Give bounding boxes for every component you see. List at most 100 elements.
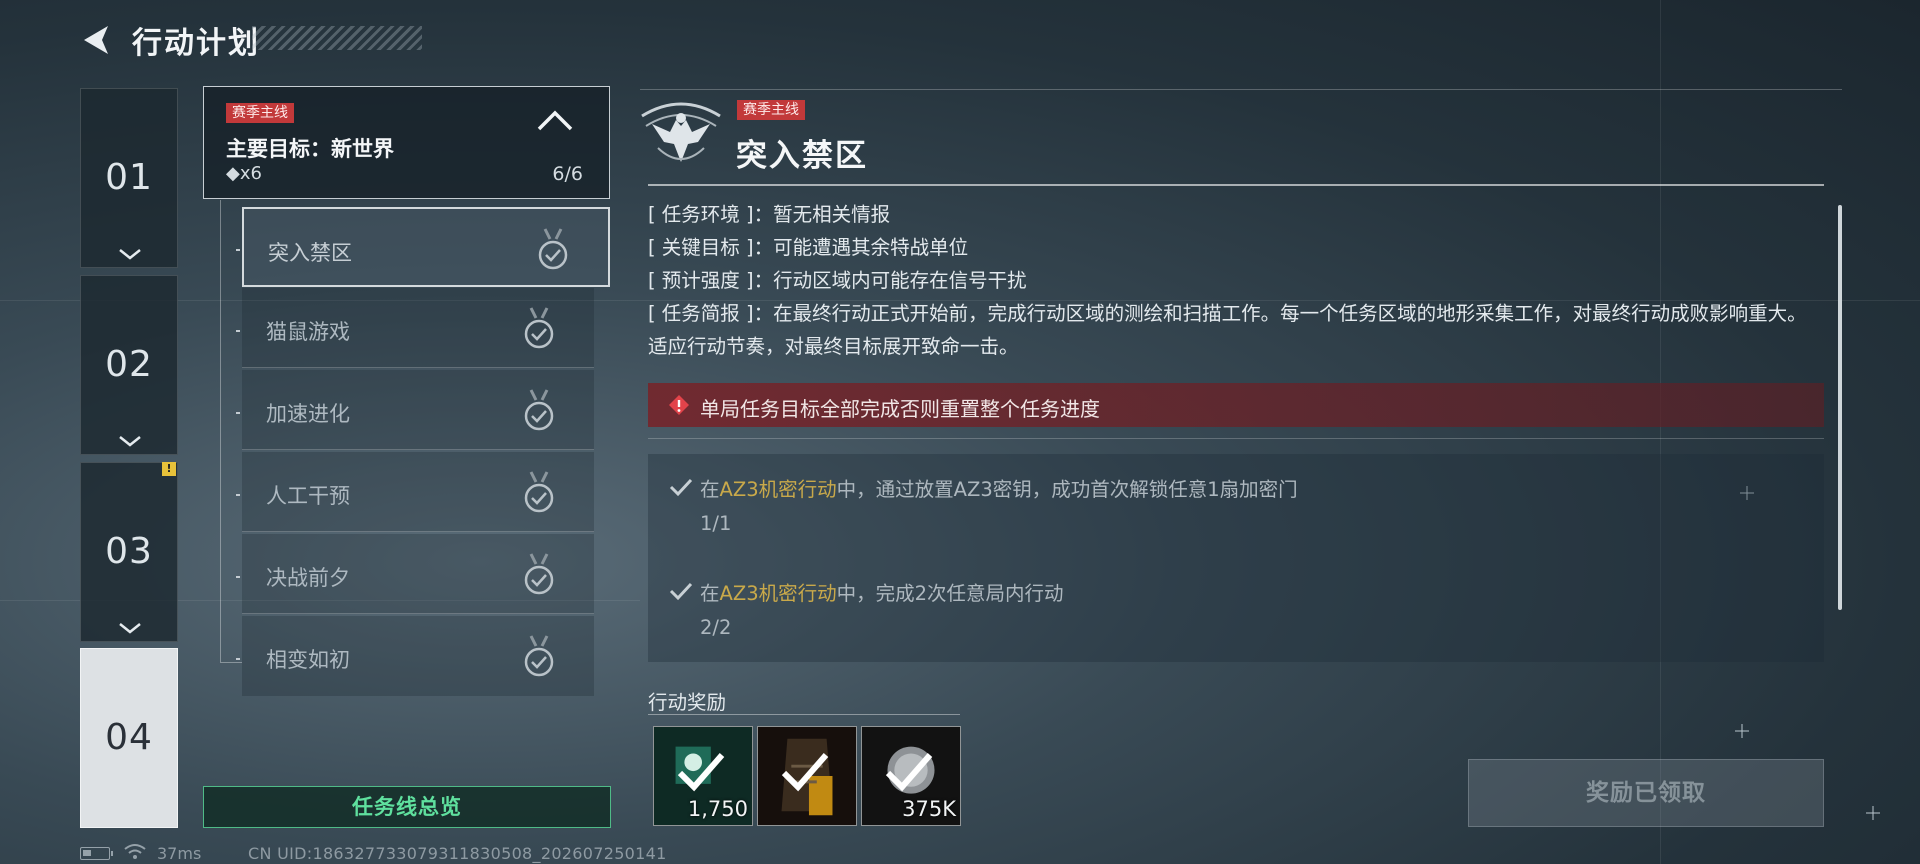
objective-highlight: AZ3机密行动: [719, 478, 837, 501]
chapter-number: 03: [105, 531, 153, 572]
mission-group-card[interactable]: 赛季主线 主要目标：新世界 ◆x6 6/6: [203, 86, 610, 199]
task-item[interactable]: 相变如初: [242, 616, 594, 696]
eagle-emblem-icon: [641, 102, 721, 162]
task-item[interactable]: 决战前夕: [242, 534, 594, 614]
tree-tick: [236, 412, 240, 414]
task-label: 加速进化: [266, 402, 350, 426]
task-label: 相变如初: [266, 648, 350, 672]
reward-item[interactable]: 1,750: [653, 726, 753, 826]
uid-text: CN UID:1863277330793118305‌08_2026072501…: [248, 844, 667, 863]
mission-group-reward: ◆x6: [226, 163, 262, 184]
objective-count: 1/1: [700, 512, 732, 535]
objective-prefix: 在: [700, 478, 720, 501]
sparkle-icon: [1735, 724, 1749, 738]
ping-text: 37ms: [157, 844, 202, 863]
mission-overview-button[interactable]: 任务线总览: [203, 786, 611, 828]
objective-suffix: 中，完成2次任意局内行动: [836, 582, 1064, 605]
chevron-down-icon: [119, 623, 141, 634]
info-value: 在最终行动正式开始前，完成行动区域的测绘和扫描工作。每一个任务区域的地形采集工作…: [648, 302, 1807, 358]
warning-text: 单局任务目标全部完成否则重置整个任务进度: [700, 397, 1100, 421]
info-value: 暂无相关情报: [773, 203, 891, 226]
tree-connector: [220, 662, 242, 663]
sparkle-icon: [1866, 806, 1880, 820]
wifi-icon: [124, 844, 146, 859]
claimed-check-icon: [781, 753, 829, 792]
chevron-down-icon: [119, 249, 141, 260]
rewards-divider: [648, 714, 960, 715]
medal-check-icon: [524, 635, 554, 677]
mission-group-name: 主要目标：新世界: [226, 137, 394, 161]
task-item[interactable]: 猫鼠游戏: [242, 288, 594, 368]
mission-group-progress: 6/6: [552, 163, 583, 185]
task-label: 猫鼠游戏: [266, 320, 350, 344]
reward-quantity: 1,750: [687, 797, 748, 821]
objective-item: 在AZ3机密行动中，完成2次任意局内行动 2/2: [648, 558, 1824, 662]
info-key: [ 关键目标 ]：: [648, 236, 774, 259]
chapter-number: 01: [105, 157, 153, 198]
task-item[interactable]: 加速进化: [242, 370, 594, 450]
task-item[interactable]: 人工干预: [242, 452, 594, 532]
claimed-check-icon: [885, 753, 933, 792]
task-label: 人工干预: [266, 484, 350, 508]
medal-check-icon: [524, 389, 554, 431]
objective-description: 在AZ3机密行动中，完成2次任意局内行动: [700, 577, 1064, 606]
objective-highlight: AZ3机密行动: [719, 582, 837, 605]
medal-check-icon: [538, 228, 568, 270]
scrollbar[interactable]: [1838, 205, 1842, 610]
bg-line: [1660, 0, 1661, 864]
info-row-briefing: [ 任务简报 ]：在最终行动正式开始前，完成行动区域的测绘和扫描工作。每一个任务…: [648, 297, 1818, 363]
objective-prefix: 在: [700, 582, 720, 605]
panel-divider: [640, 89, 1842, 90]
claim-reward-button[interactable]: 奖励已领取: [1468, 759, 1824, 827]
tree-connector: [220, 200, 221, 662]
objective-item: 在AZ3机密行动中，通过放置AZ3密钥，成功首次解锁任意1扇加密门 1/1: [648, 454, 1824, 558]
medal-check-icon: [524, 553, 554, 595]
medal-check-icon: [524, 471, 554, 513]
info-row-environment: [ 任务环境 ]：暂无相关情报: [648, 198, 1818, 231]
battery-icon: [80, 847, 113, 860]
chapter-number: 02: [105, 344, 153, 385]
info-row-target: [ 关键目标 ]：可能遭遇其余特战单位: [648, 231, 1818, 264]
reward-item[interactable]: 375K: [861, 726, 961, 826]
back-arrow-icon[interactable]: [78, 22, 114, 58]
info-row-intensity: [ 预计强度 ]：行动区域内可能存在信号干扰: [648, 264, 1818, 297]
chapter-tab-01[interactable]: 01: [80, 88, 178, 268]
warning-icon: [669, 395, 689, 415]
tree-tick: [236, 576, 240, 578]
reward-quantity: 375K: [902, 797, 956, 821]
claimed-check-icon: [677, 753, 725, 792]
tree-tick: [236, 658, 240, 660]
tree-tick: [236, 249, 240, 251]
alert-badge: !: [162, 462, 176, 476]
check-icon: [669, 478, 693, 497]
page-title: 行动计划: [132, 26, 260, 61]
title-divider: [648, 184, 1824, 186]
rewards-title: 行动奖励: [648, 691, 727, 714]
chapter-tab-04[interactable]: 04: [80, 648, 178, 828]
info-value: 行动区域内可能存在信号干扰: [773, 269, 1027, 292]
season-tag: 赛季主线: [737, 100, 805, 120]
objective-description: 在AZ3机密行动中，通过放置AZ3密钥，成功首次解锁任意1扇加密门: [700, 473, 1298, 502]
reward-item[interactable]: [757, 726, 857, 826]
info-key: [ 任务环境 ]：: [648, 203, 774, 226]
chapter-number: 04: [105, 717, 153, 758]
chevron-down-icon: [119, 436, 141, 447]
chapter-tab-03[interactable]: 03: [80, 462, 178, 642]
chevron-up-icon[interactable]: [535, 107, 575, 135]
section-divider: [648, 438, 1824, 439]
tree-tick: [236, 330, 240, 332]
mission-title: 突入禁区: [736, 138, 868, 174]
task-label: 决战前夕: [266, 566, 350, 590]
info-key: [ 预计强度 ]：: [648, 269, 774, 292]
info-key: [ 任务简报 ]：: [648, 302, 774, 325]
objective-suffix: 中，通过放置AZ3密钥，成功首次解锁任意1扇加密门: [836, 478, 1298, 501]
task-item-selected[interactable]: 突入禁区: [242, 207, 610, 287]
check-icon: [669, 582, 693, 601]
task-label: 突入禁区: [268, 241, 352, 265]
warning-banner: 单局任务目标全部完成否则重置整个任务进度: [648, 383, 1824, 427]
medal-check-icon: [524, 307, 554, 349]
tree-tick: [236, 494, 240, 496]
chapter-tab-02[interactable]: 02: [80, 275, 178, 455]
objective-count: 2/2: [700, 616, 732, 639]
season-tag: 赛季主线: [226, 103, 294, 123]
